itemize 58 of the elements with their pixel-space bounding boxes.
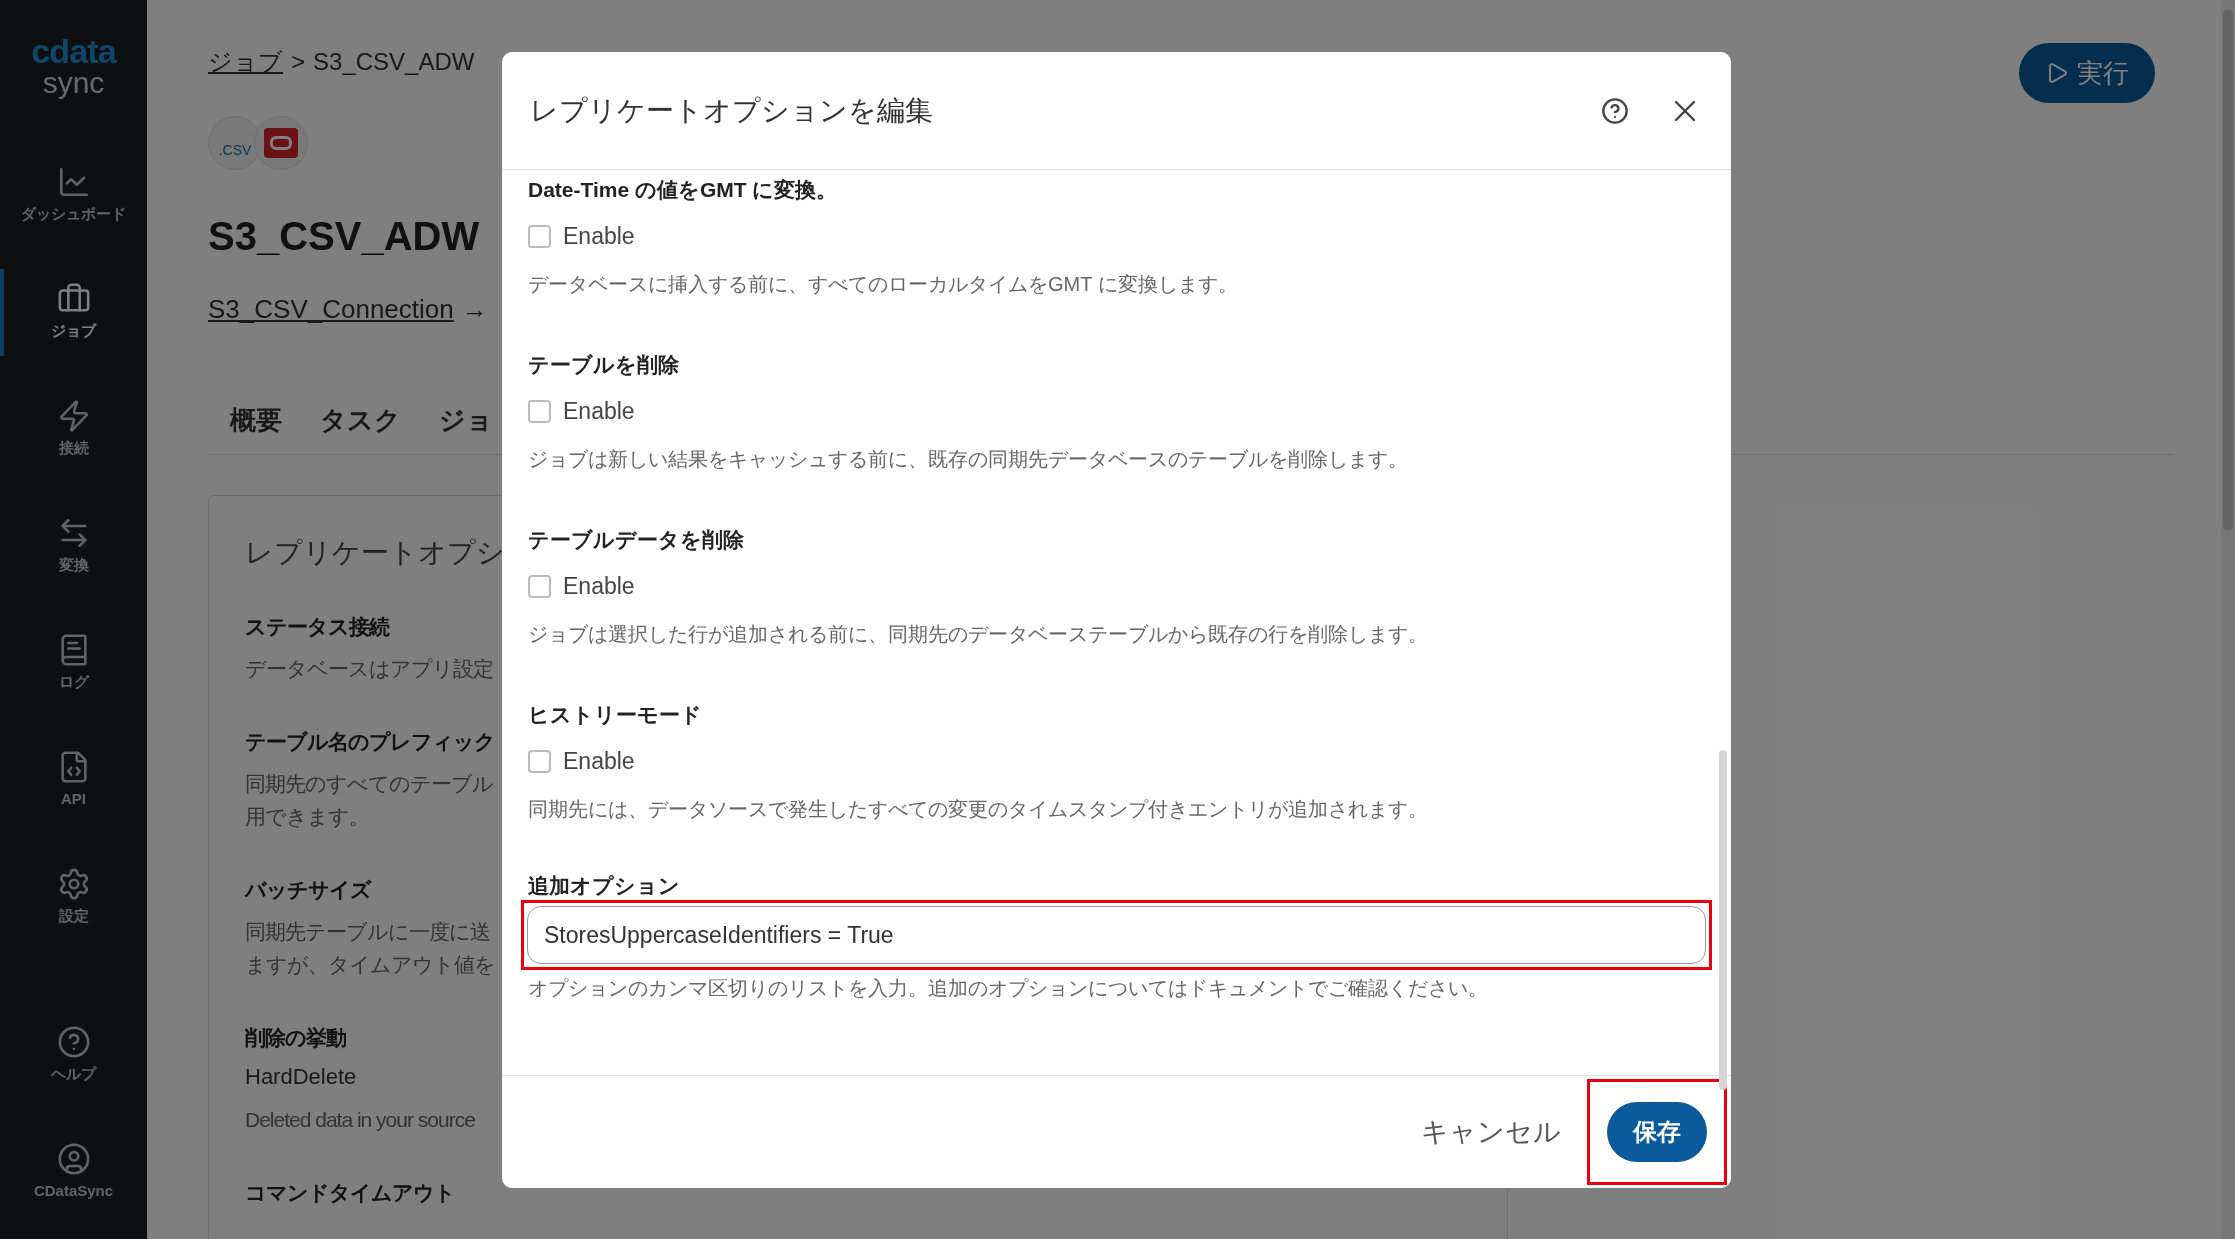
- option-label: ヒストリーモード: [528, 702, 703, 728]
- option-label: テーブルを削除: [528, 352, 680, 378]
- help-icon: [56, 1025, 91, 1060]
- user-icon: [56, 1142, 91, 1177]
- option-label: 追加オプション: [528, 873, 681, 899]
- arrow-text: →: [461, 293, 488, 326]
- save-button[interactable]: 保存: [1607, 1102, 1707, 1162]
- option-label: テーブルデータを削除: [528, 527, 745, 553]
- checkbox-label: Enable: [563, 396, 635, 426]
- setting-value: HardDelete: [245, 1063, 357, 1091]
- nav-item[interactable]: 接続: [0, 371, 147, 488]
- nav-item[interactable]: 変換: [0, 488, 147, 605]
- breadcrumb-separator: >: [291, 47, 305, 77]
- nav-item[interactable]: ジョブ: [0, 254, 147, 371]
- breadcrumb-current: S3_CSV_ADW: [313, 47, 475, 77]
- option-label: Date-Time の値をGMT に変換。: [528, 177, 839, 203]
- help-icon[interactable]: [1601, 96, 1629, 125]
- checkbox[interactable]: [528, 574, 551, 598]
- setting-label: 削除の挙動: [245, 1025, 346, 1051]
- checkbox[interactable]: [528, 399, 551, 423]
- nav-item[interactable]: API: [0, 722, 147, 839]
- setting-label: ステータス接続: [245, 614, 389, 640]
- setting-description: Deleted data in your source: [245, 1107, 475, 1133]
- breadcrumb-link[interactable]: ジョブ: [208, 44, 283, 80]
- connection-link[interactable]: S3_CSV_Connection: [208, 290, 454, 329]
- field-helper-text: オプションのカンマ区切りのリストを入力。追加のオプションについてはドキュメントでご確認ください。: [528, 976, 1489, 1001]
- setting-description: データベースはアプリ設定: [245, 656, 493, 682]
- brand-logo: cdata: [31, 34, 116, 68]
- database-logo-icon: [264, 128, 298, 158]
- dialog-title: レプリケートオプションを編集: [530, 93, 933, 128]
- tab[interactable]: 概要: [230, 401, 282, 440]
- cancel-button[interactable]: キャンセル: [1413, 1102, 1569, 1162]
- job-title: S3_CSV_ADW: [208, 213, 480, 260]
- checkbox-label: Enable: [563, 746, 635, 776]
- nav-item[interactable]: ヘルプ: [0, 997, 147, 1114]
- option-description: 同期先には、データソースで発生したすべての変更のタイムスタンプ付きエントリが追加されます。: [528, 797, 1429, 822]
- setting-label: コマンドタイムアウト: [245, 1180, 455, 1206]
- setting-description: 同期先テーブルに一度に送 ますが、タイムアウト値を: [245, 919, 495, 978]
- option-description: データベースに挿入する前に、すべてのローカルタイムをGMT に変換します。: [528, 272, 1239, 297]
- checkbox-label: Enable: [563, 571, 635, 601]
- nav-item[interactable]: CDataSync: [0, 1114, 147, 1231]
- option-description: ジョブは新しい結果をキャッシュする前に、既存の同期先データベースのテーブルを削除します。: [528, 447, 1409, 472]
- setting-label: テーブル名のプレフィック: [245, 729, 495, 755]
- checkbox[interactable]: [528, 749, 551, 773]
- product-name: sync: [42, 68, 105, 98]
- nav-item[interactable]: ダッシュボード: [0, 137, 147, 254]
- checkbox[interactable]: [528, 224, 551, 248]
- option-description: ジョブは選択した行が追加される前に、同期先のデータベーステーブルから既存の行を削除します。: [528, 622, 1429, 647]
- tab[interactable]: ジョ: [439, 401, 493, 440]
- tab[interactable]: タスク: [320, 401, 401, 440]
- nav-item[interactable]: ログ: [0, 605, 147, 722]
- run-button[interactable]: 実行: [2019, 43, 2155, 103]
- checkbox-label: Enable: [563, 221, 635, 251]
- card-title: レプリケートオプシ: [245, 536, 505, 570]
- nav-item[interactable]: 設定: [0, 839, 147, 956]
- setting-label: バッチサイズ: [245, 877, 371, 903]
- options-input-field[interactable]: StoresUppercaseIdentifiers = True: [527, 906, 1706, 964]
- setting-description: 同期先のすべてのテーブル 用できます。: [245, 771, 493, 830]
